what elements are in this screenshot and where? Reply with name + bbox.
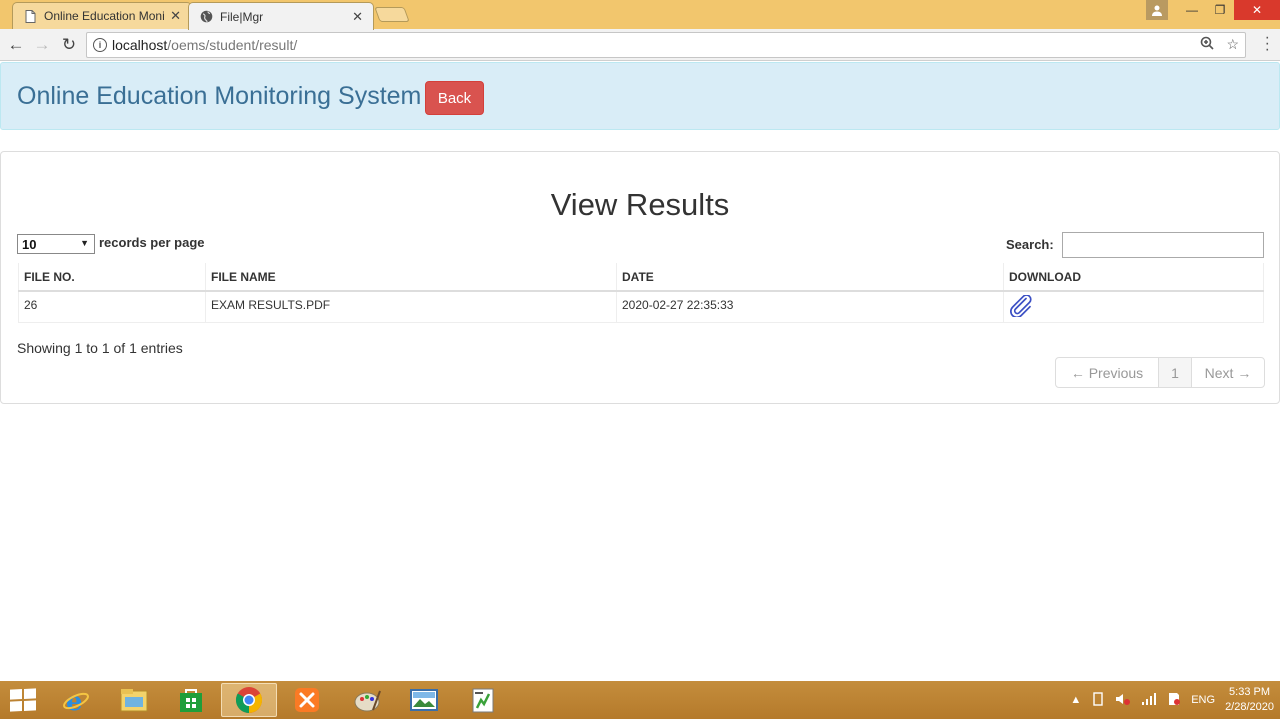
- url-host: localhost: [112, 37, 168, 53]
- clock[interactable]: 5:33 PM 2/28/2020: [1225, 685, 1274, 715]
- page-number-button[interactable]: 1: [1158, 358, 1191, 387]
- system-tray: ▲ ENG 5:33 PM 2/28/2020: [1070, 681, 1274, 719]
- cell-file-name: EXAM RESULTS.PDF: [205, 291, 617, 323]
- zoom-icon[interactable]: [1200, 36, 1215, 53]
- info-icon[interactable]: i: [93, 38, 107, 52]
- paint-icon[interactable]: [340, 683, 396, 717]
- reload-icon[interactable]: ↻: [58, 34, 80, 56]
- internet-explorer-icon[interactable]: e: [48, 683, 104, 717]
- cell-download: [1003, 291, 1264, 323]
- chevron-down-icon: ▼: [80, 238, 89, 248]
- clock-time: 5:33 PM: [1229, 686, 1271, 698]
- tab-file-mgr[interactable]: File|Mgr ✕: [188, 2, 374, 30]
- column-header-file-name[interactable]: FILE NAME: [205, 263, 617, 292]
- pagination: ← Previous 1 Next →: [1055, 357, 1265, 388]
- bookmark-star-icon[interactable]: ☆: [1226, 36, 1239, 53]
- action-center-icon[interactable]: [1167, 692, 1181, 709]
- device-icon[interactable]: [1091, 691, 1105, 709]
- language-indicator[interactable]: ENG: [1191, 694, 1215, 706]
- table-info: Showing 1 to 1 of 1 entries: [17, 340, 183, 356]
- search-input[interactable]: [1062, 232, 1264, 258]
- back-button[interactable]: Back: [425, 81, 484, 115]
- window-controls: — ❐ ✕: [1146, 0, 1280, 20]
- results-table: FILE NO. FILE NAME DATE DOWNLOAD 26 EXAM…: [18, 263, 1264, 323]
- column-header-file-no[interactable]: FILE NO.: [18, 263, 206, 292]
- tab-online-education[interactable]: Online Education Monito ✕: [12, 2, 192, 29]
- site-title: Online Education Monitoring System: [17, 82, 422, 110]
- column-header-date[interactable]: DATE: [616, 263, 1004, 292]
- user-profile-icon[interactable]: [1146, 0, 1168, 20]
- site-header: Online Education Monitoring System Back: [0, 62, 1280, 130]
- records-per-page-value: 10: [22, 236, 37, 252]
- notepad-plus-plus-icon[interactable]: [455, 683, 511, 717]
- cell-file-no: 26: [18, 291, 206, 323]
- next-page-button[interactable]: Next →: [1191, 358, 1264, 387]
- close-tab-icon[interactable]: ✕: [170, 8, 181, 24]
- search-label: Search:: [1006, 237, 1054, 252]
- chrome-icon[interactable]: [221, 683, 277, 717]
- records-per-page-select[interactable]: 10 ▼: [17, 234, 95, 254]
- store-icon[interactable]: [163, 683, 219, 717]
- back-arrow-icon[interactable]: ←: [5, 34, 27, 56]
- address-bar[interactable]: i localhost /oems/student/result/ ☆: [86, 32, 1246, 58]
- table-row: 26 EXAM RESULTS.PDF 2020-02-27 22:35:33: [18, 291, 1264, 323]
- taskbar: e ▲ ENG 5:33 PM 2/28/2020: [0, 681, 1280, 719]
- table-header-row: FILE NO. FILE NAME DATE DOWNLOAD: [18, 263, 1264, 292]
- tab-label: Online Education Monito: [44, 9, 165, 23]
- minimize-icon[interactable]: —: [1178, 0, 1206, 20]
- document-icon: [23, 9, 37, 23]
- show-hidden-icons-icon[interactable]: ▲: [1070, 694, 1081, 706]
- photo-viewer-icon[interactable]: [396, 683, 452, 717]
- browser-titlebar: Online Education Monito ✕ File|Mgr ✕ — ❐…: [0, 0, 1280, 30]
- network-icon[interactable]: [1141, 692, 1157, 709]
- menu-icon[interactable]: · · ·: [1265, 30, 1270, 58]
- results-panel: View Results 10 ▼ records per page Searc…: [0, 151, 1280, 404]
- globe-icon: [199, 10, 213, 24]
- records-per-page-label: records per page: [99, 235, 205, 250]
- previous-page-button[interactable]: ← Previous: [1056, 358, 1158, 387]
- forward-arrow-icon[interactable]: →: [31, 34, 53, 56]
- url-path: /oems/student/result/: [167, 37, 298, 53]
- browser-toolbar: ← → ↻ i localhost /oems/student/result/ …: [0, 29, 1280, 61]
- volume-muted-icon[interactable]: [1115, 692, 1131, 709]
- column-header-download[interactable]: DOWNLOAD: [1003, 263, 1264, 292]
- new-tab-button[interactable]: [374, 7, 410, 22]
- close-tab-icon[interactable]: ✕: [352, 9, 363, 25]
- tab-label: File|Mgr: [220, 9, 264, 24]
- windows-start-icon[interactable]: [10, 688, 36, 712]
- restore-icon[interactable]: ❐: [1206, 0, 1234, 20]
- file-explorer-icon[interactable]: [106, 683, 162, 717]
- paperclip-icon[interactable]: [1009, 294, 1033, 320]
- clock-date: 2/28/2020: [1225, 701, 1274, 713]
- close-window-icon[interactable]: ✕: [1234, 0, 1280, 20]
- cell-date: 2020-02-27 22:35:33: [616, 291, 1004, 323]
- page-title: View Results: [550, 187, 730, 222]
- xampp-icon[interactable]: [279, 683, 335, 717]
